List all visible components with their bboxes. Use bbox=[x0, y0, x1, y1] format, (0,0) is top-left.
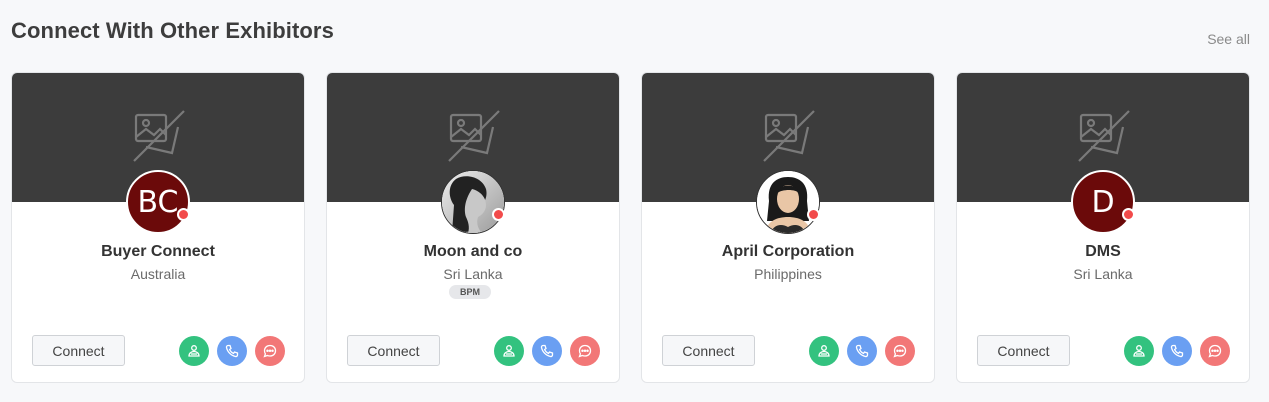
exhibitor-name: Buyer Connect bbox=[101, 243, 215, 260]
call-button[interactable] bbox=[217, 336, 247, 366]
meet-button[interactable] bbox=[494, 336, 524, 366]
exhibitor-card: D DMS Sri Lanka Connect bbox=[956, 72, 1250, 383]
connect-button[interactable]: Connect bbox=[977, 335, 1070, 366]
chat-button[interactable] bbox=[885, 336, 915, 366]
users-icon bbox=[503, 345, 515, 357]
exhibitor-country: Sri Lanka bbox=[443, 266, 503, 282]
meet-button[interactable] bbox=[809, 336, 839, 366]
category-badge: BPM bbox=[449, 285, 491, 299]
phone-icon bbox=[540, 344, 554, 358]
status-indicator bbox=[807, 208, 820, 221]
chat-icon bbox=[578, 344, 592, 358]
exhibitor-card: April Corporation Philippines Connect bbox=[641, 72, 935, 383]
exhibitor-name: April Corporation bbox=[721, 243, 855, 260]
avatar bbox=[756, 170, 820, 234]
call-button[interactable] bbox=[1162, 336, 1192, 366]
page-title: Connect With Other Exhibitors bbox=[11, 18, 334, 43]
profile-photo bbox=[757, 171, 819, 233]
exhibitor-country: Sri Lanka bbox=[1073, 266, 1133, 282]
phone-icon bbox=[225, 344, 239, 358]
chat-button[interactable] bbox=[1200, 336, 1230, 366]
connect-button[interactable]: Connect bbox=[662, 335, 755, 366]
avatar: BC bbox=[126, 170, 190, 234]
meet-button[interactable] bbox=[179, 336, 209, 366]
status-indicator bbox=[177, 208, 190, 221]
image-off-icon bbox=[133, 110, 185, 162]
exhibitor-card: BC Buyer Connect Australia Connect bbox=[11, 72, 305, 383]
exhibitor-cards: BC Buyer Connect Australia Connect Moon … bbox=[11, 72, 1251, 383]
users-icon bbox=[818, 345, 830, 357]
phone-icon bbox=[1170, 344, 1184, 358]
phone-icon bbox=[855, 344, 869, 358]
chat-icon bbox=[893, 344, 907, 358]
chat-icon bbox=[1208, 344, 1222, 358]
users-icon bbox=[188, 345, 200, 357]
chat-button[interactable] bbox=[570, 336, 600, 366]
avatar: D bbox=[1071, 170, 1135, 234]
image-off-icon bbox=[763, 110, 815, 162]
users-icon bbox=[1133, 345, 1145, 357]
avatar bbox=[441, 170, 505, 234]
exhibitor-country: Philippines bbox=[754, 266, 822, 282]
status-indicator bbox=[1122, 208, 1135, 221]
chat-icon bbox=[263, 344, 277, 358]
connect-button[interactable]: Connect bbox=[32, 335, 125, 366]
exhibitor-name: DMS bbox=[1085, 243, 1121, 260]
see-all-link[interactable]: See all bbox=[1207, 31, 1250, 47]
image-off-icon bbox=[1078, 110, 1130, 162]
exhibitor-name: Moon and co bbox=[423, 243, 523, 260]
chat-button[interactable] bbox=[255, 336, 285, 366]
image-off-icon bbox=[448, 110, 500, 162]
profile-photo bbox=[442, 171, 504, 233]
call-button[interactable] bbox=[847, 336, 877, 366]
exhibitor-card: Moon and co Sri Lanka BPM Connect bbox=[326, 72, 620, 383]
connect-button[interactable]: Connect bbox=[347, 335, 440, 366]
meet-button[interactable] bbox=[1124, 336, 1154, 366]
exhibitor-country: Australia bbox=[130, 266, 186, 282]
call-button[interactable] bbox=[532, 336, 562, 366]
status-indicator bbox=[492, 208, 505, 221]
